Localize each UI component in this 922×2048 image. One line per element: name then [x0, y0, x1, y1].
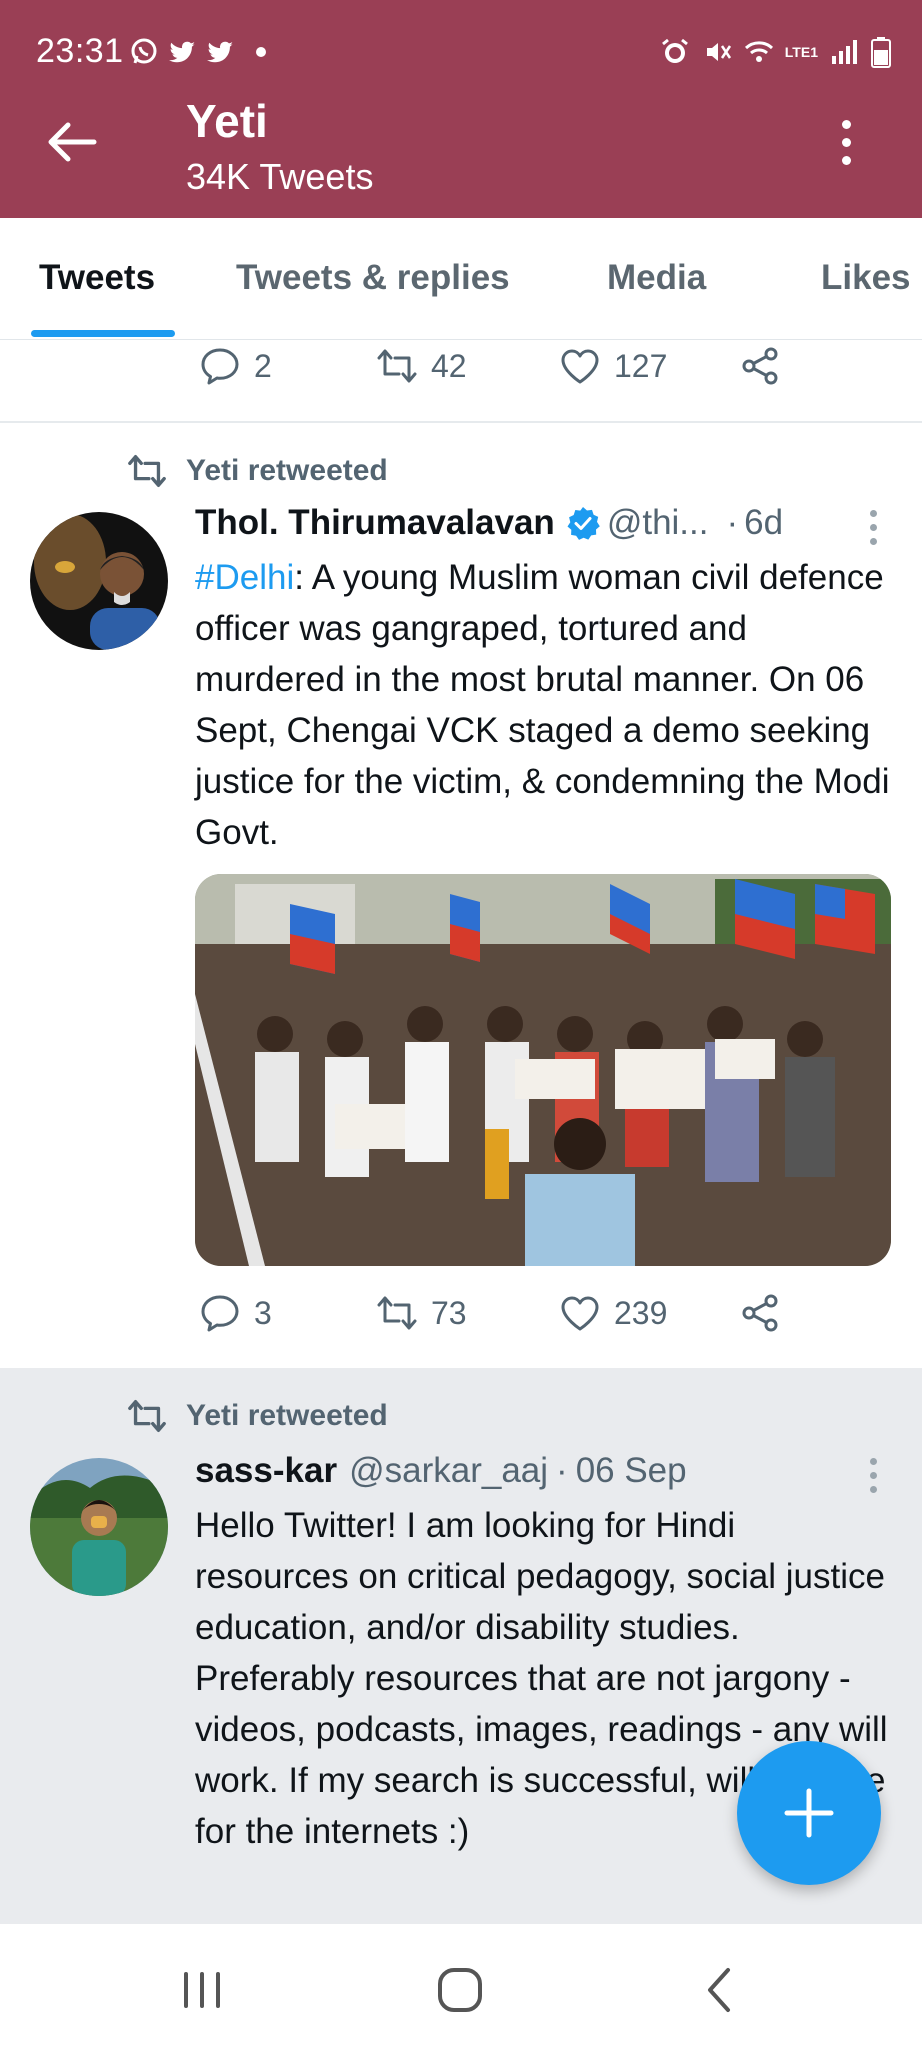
status-time: 23:31	[36, 32, 124, 70]
retweet-icon	[377, 349, 417, 383]
alarm-icon	[659, 36, 691, 68]
tweet-author-line: Thol. Thirumavalavan @thi... · 6d	[195, 503, 783, 543]
separator-dot: ·	[556, 1451, 568, 1490]
compose-tweet-button[interactable]	[737, 1741, 881, 1885]
system-navigation-bar	[0, 1924, 922, 2048]
tweet-body: : A young Muslim woman civil defence off…	[195, 558, 890, 852]
tab-likes[interactable]: Likes	[821, 258, 911, 298]
share-button[interactable]	[738, 344, 782, 388]
mute-icon	[701, 36, 733, 68]
tweet-actions: 3 73 239	[0, 1291, 922, 1347]
like-count: 239	[614, 1294, 668, 1331]
tweet-author-line: sass-kar @sarkar_aaj · 06 Sep	[195, 1451, 687, 1491]
whatsapp-icon	[128, 36, 160, 68]
reply-count: 3	[254, 1294, 272, 1331]
twitter-bird-icon	[204, 36, 236, 68]
retweeted-by-label: Yeti retweeted	[186, 1399, 388, 1432]
more-notifications-dot	[256, 47, 266, 57]
home-icon[interactable]	[430, 1960, 490, 2020]
retweet-icon	[128, 455, 166, 487]
reply-button[interactable]: 2	[198, 344, 272, 388]
signal-icon	[828, 36, 860, 68]
reply-icon	[201, 348, 239, 385]
tab-tweets-and-replies[interactable]: Tweets & replies	[236, 258, 510, 298]
app-header: 23:31 LTE1 Yeti 34K Tweets	[0, 0, 922, 218]
hashtag-link[interactable]: #Delhi	[195, 558, 294, 597]
like-button[interactable]: 239	[558, 1291, 667, 1335]
author-name[interactable]: Thol. Thirumavalavan	[195, 503, 555, 543]
verified-badge-icon	[567, 507, 600, 540]
tweet-actions: 2 42 127	[0, 344, 922, 400]
author-name[interactable]: sass-kar	[195, 1451, 337, 1491]
back-arrow-icon[interactable]	[44, 115, 98, 169]
battery-icon	[870, 36, 892, 68]
reply-icon	[201, 1295, 239, 1332]
system-icons: LTE1	[659, 36, 892, 68]
retweeted-by-label: Yeti retweeted	[186, 454, 388, 487]
retweet-count: 73	[431, 1294, 467, 1331]
avatar[interactable]	[30, 512, 168, 650]
twitter-bird-icon	[166, 36, 198, 68]
plus-icon	[784, 1788, 834, 1838]
like-button[interactable]: 127	[558, 344, 667, 388]
tweet-date: 6d	[744, 503, 784, 542]
share-icon	[742, 347, 778, 385]
like-count: 127	[614, 347, 668, 384]
retweet-icon	[377, 1296, 417, 1330]
tweet-divider	[0, 421, 922, 423]
retweet-button[interactable]: 42	[375, 344, 467, 388]
separator-dot: ·	[726, 503, 739, 542]
retweet-icon	[128, 1400, 166, 1432]
reply-button[interactable]: 3	[198, 1291, 272, 1335]
status-bar: 23:31 LTE1	[0, 28, 922, 78]
share-button[interactable]	[738, 1291, 782, 1335]
heart-icon	[561, 1296, 599, 1331]
back-icon[interactable]	[690, 1960, 750, 2020]
tweet-menu-icon[interactable]	[870, 510, 880, 552]
avatar[interactable]	[30, 1458, 168, 1596]
tweet-date: 06 Sep	[575, 1451, 687, 1490]
profile-title: Yeti	[186, 95, 268, 147]
network-label: LTE1	[784, 44, 818, 60]
more-options-icon[interactable]	[836, 120, 856, 170]
tweet-photo[interactable]	[195, 874, 891, 1266]
tweet-count: 34K Tweets	[186, 156, 374, 197]
tweet-menu-icon[interactable]	[870, 1458, 880, 1500]
author-handle: @thi...	[606, 503, 709, 542]
retweet-indicator: Yeti retweeted	[126, 1395, 388, 1437]
tweet-text: #Delhi: A young Muslim woman civil defen…	[195, 552, 895, 858]
wifi-icon	[743, 36, 775, 68]
reply-count: 2	[254, 347, 272, 384]
heart-icon	[561, 349, 599, 384]
author-handle: @sarkar_aaj	[349, 1451, 549, 1490]
retweet-button[interactable]: 73	[375, 1291, 467, 1335]
share-icon	[742, 1294, 778, 1332]
recent-apps-icon[interactable]	[172, 1960, 232, 2020]
tab-tweets[interactable]: Tweets	[39, 258, 155, 298]
active-tab-indicator	[31, 330, 175, 337]
tab-media[interactable]: Media	[607, 258, 706, 298]
retweet-indicator: Yeti retweeted	[126, 450, 388, 492]
profile-tabs: Tweets Tweets & replies Media Likes	[0, 218, 922, 340]
notification-icons	[128, 36, 266, 68]
retweet-count: 42	[431, 347, 467, 384]
